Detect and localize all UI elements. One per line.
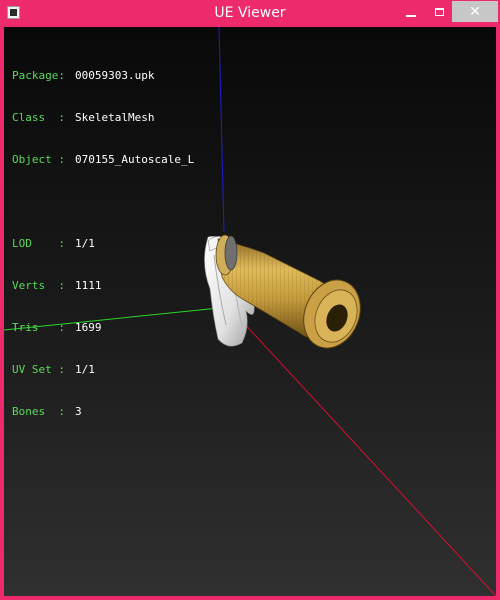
- info-row-class: Class : SkeletalMesh: [12, 111, 194, 125]
- mesh-info-overlay: Package: 00059303.upk Class : SkeletalMesh…: [12, 41, 194, 447]
- class-value: SkeletalMesh: [75, 111, 155, 124]
- bones-label: Bones :: [12, 405, 65, 418]
- app-window: UE Viewer ✕ Package: 00059303.upk Class …: [0, 0, 500, 600]
- package-label: Package:: [12, 69, 65, 82]
- 3d-viewport[interactable]: Package: 00059303.upk Class : SkeletalMesh…: [4, 27, 496, 596]
- title-bar[interactable]: UE Viewer ✕: [0, 0, 500, 27]
- object-label: Object :: [12, 153, 65, 166]
- verts-value: 1111: [75, 279, 102, 292]
- tris-label: Tris :: [12, 321, 65, 334]
- z-axis-line: [218, 27, 225, 233]
- info-row-object: Object : 070155_Autoscale_L: [12, 153, 194, 167]
- verts-label: Verts :: [12, 279, 65, 292]
- x-axis-line: [228, 306, 496, 596]
- uvset-label: UV Set :: [12, 363, 65, 376]
- close-button[interactable]: ✕: [452, 1, 498, 22]
- tris-value: 1699: [75, 321, 102, 334]
- uvset-value: 1/1: [75, 363, 95, 376]
- minimize-button[interactable]: [397, 1, 425, 22]
- maximize-button[interactable]: [425, 1, 453, 22]
- info-row-tris: Tris : 1699: [12, 321, 194, 335]
- info-row-bones: Bones : 3: [12, 405, 194, 419]
- info-row-verts: Verts : 1111: [12, 279, 194, 293]
- minimize-icon: [406, 14, 416, 17]
- info-row-package: Package: 00059303.upk: [12, 69, 194, 83]
- close-icon: ✕: [469, 3, 481, 20]
- info-row-uvset: UV Set : 1/1: [12, 363, 194, 377]
- package-value: 00059303.upk: [75, 69, 155, 82]
- class-label: Class :: [12, 111, 65, 124]
- lod-value: 1/1: [75, 237, 95, 250]
- bones-value: 3: [75, 405, 82, 418]
- object-value: 070155_Autoscale_L: [75, 153, 195, 166]
- maximize-icon: [434, 7, 444, 16]
- lod-label: LOD :: [12, 237, 65, 250]
- info-row-lod: LOD : 1/1: [12, 237, 194, 251]
